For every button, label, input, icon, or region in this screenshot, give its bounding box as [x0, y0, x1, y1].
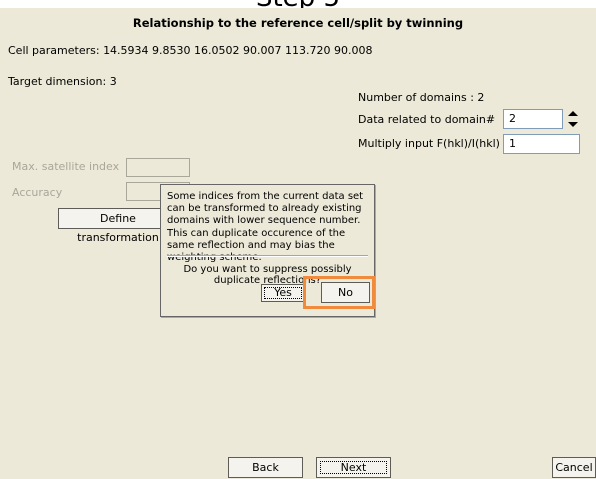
dialog-message: Some indices from the current data set c… — [167, 191, 364, 264]
target-dimension-text: Target dimension: 3 — [8, 75, 117, 88]
spinner-up-icon[interactable] — [565, 109, 581, 119]
domain-number-spinner[interactable] — [565, 109, 581, 129]
back-button[interactable]: Back — [228, 457, 303, 478]
multiply-input[interactable]: 1 — [503, 134, 580, 154]
number-of-domains-text: Number of domains : 2 — [358, 91, 485, 104]
yes-button[interactable]: Yes — [261, 284, 305, 302]
accuracy-label: Accuracy — [12, 186, 63, 199]
cell-parameters-text: Cell parameters: 14.5934 9.8530 16.0502 … — [8, 44, 373, 57]
cancel-button[interactable]: Cancel — [552, 457, 596, 478]
cancel-label: Cancel — [555, 461, 593, 474]
next-button[interactable]: Next — [316, 457, 391, 478]
domain-number-input[interactable]: 2 — [503, 109, 563, 129]
no-button-highlight — [303, 276, 375, 309]
yes-label: Yes — [274, 286, 292, 299]
spinner-down-icon[interactable] — [565, 119, 581, 129]
define-transformation-label: Define transformation — [77, 212, 159, 244]
page-title: Relationship to the reference cell/split… — [132, 16, 464, 30]
dialog-separator — [167, 255, 368, 257]
satellite-input[interactable] — [126, 158, 190, 177]
satellite-label: Max. satellite index — [12, 160, 120, 173]
data-related-label: Data related to domain# — [358, 113, 496, 126]
next-label: Next — [340, 461, 367, 474]
multiply-label: Multiply input F(hkl)/I(hkl) by — [358, 137, 517, 150]
back-label: Back — [252, 461, 279, 474]
